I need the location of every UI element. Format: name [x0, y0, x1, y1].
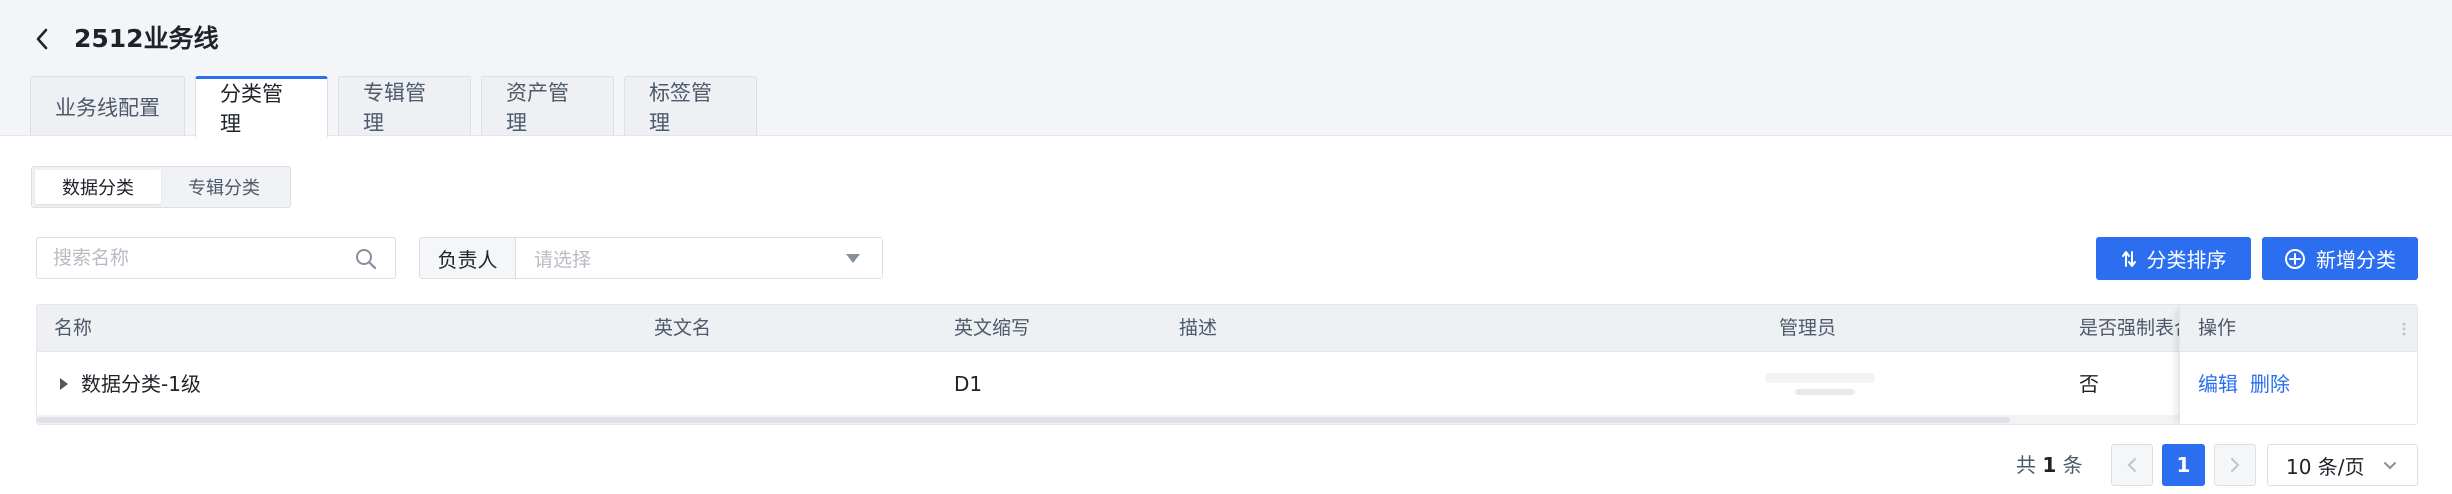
total-suffix: 条 [2062, 453, 2083, 477]
col-admin: 管理员 [1779, 317, 1837, 339]
category-table: 名称 英文名 英文缩写 描述 管理员 是否强制表合 数据分类-1级 D1 否 操… [36, 304, 2418, 425]
owner-filter: 负责人 请选择 [419, 237, 883, 279]
add-button-label: 新增分类 [2316, 248, 2396, 272]
expand-caret-icon[interactable] [59, 377, 69, 391]
pagination-total: 共 1 条 [2016, 444, 2083, 486]
main-panel: 数据分类 专辑分类 负责人 请选择 分类排序 新增分类 名称 英文名 英文缩写 … [0, 135, 2452, 494]
col-description: 描述 [1179, 317, 1218, 339]
table-row: 数据分类-1级 D1 否 [37, 353, 2417, 415]
column-resize-icon[interactable] [2402, 321, 2406, 337]
sort-icon [2121, 250, 2136, 267]
segment-album-category[interactable]: 专辑分类 [161, 170, 287, 204]
sort-categories-button[interactable]: 分类排序 [2096, 237, 2251, 280]
col-english-name: 英文名 [654, 317, 712, 339]
tab-album-management[interactable]: 专辑管理 [338, 76, 471, 136]
delete-link[interactable]: 删除 [2250, 353, 2290, 415]
row-actions: 编辑 删除 [2198, 353, 2290, 415]
tab-asset-management[interactable]: 资产管理 [481, 76, 614, 136]
category-type-segment: 数据分类 专辑分类 [31, 166, 291, 208]
table-header: 名称 英文名 英文缩写 描述 管理员 是否强制表合 [37, 305, 2417, 352]
page-number-current[interactable]: 1 [2162, 444, 2205, 486]
col-operations: 操作 [2198, 317, 2237, 339]
plus-circle-icon [2285, 248, 2305, 269]
search-box [36, 237, 396, 279]
search-icon[interactable] [355, 248, 377, 270]
horizontal-scrollbar[interactable] [37, 415, 2179, 424]
page-size-value: 10 条/页 [2286, 454, 2365, 479]
total-prefix: 共 [2016, 453, 2036, 477]
chevron-left-icon [2127, 458, 2136, 472]
page-header: 2512业务线 业务线配置 分类管理 专辑管理 资产管理 标签管理 [0, 0, 2452, 137]
chevron-right-icon [2231, 458, 2240, 472]
caret-down-icon[interactable] [846, 254, 860, 263]
back-arrow-icon[interactable] [30, 24, 54, 54]
operations-column: 操作 编辑 删除 [2179, 305, 2417, 424]
tab-bar: 业务线配置 分类管理 专辑管理 资产管理 标签管理 [30, 76, 757, 137]
cell-name: 数据分类-1级 [81, 372, 201, 396]
scrollbar-thumb[interactable] [37, 417, 2010, 423]
sort-button-label: 分类排序 [2146, 248, 2227, 272]
tab-tag-management[interactable]: 标签管理 [624, 76, 757, 136]
prev-page-button[interactable] [2111, 444, 2153, 486]
cell-abbreviation: D1 [954, 372, 983, 396]
add-category-button[interactable]: 新增分类 [2262, 237, 2418, 280]
col-name: 名称 [54, 317, 93, 339]
cell-forced: 否 [2079, 372, 2099, 396]
segment-data-category[interactable]: 数据分类 [35, 170, 161, 204]
col-abbreviation: 英文缩写 [954, 317, 1031, 339]
next-page-button[interactable] [2214, 444, 2256, 486]
tab-business-config[interactable]: 业务线配置 [30, 76, 185, 136]
tab-category-management[interactable]: 分类管理 [195, 76, 328, 137]
owner-select[interactable]: 请选择 [516, 238, 882, 278]
chevron-down-icon [2384, 462, 2396, 470]
admin-avatar [1765, 373, 1875, 395]
page-title: 2512业务线 [74, 24, 219, 53]
edit-link[interactable]: 编辑 [2198, 353, 2238, 415]
total-count: 1 [2042, 453, 2057, 477]
col-forced: 是否强制表合 [2079, 317, 2179, 339]
owner-filter-label: 负责人 [420, 238, 516, 278]
operations-header: 操作 [2180, 305, 2417, 352]
search-input[interactable] [53, 246, 343, 270]
page-size-select[interactable]: 10 条/页 [2267, 444, 2418, 486]
